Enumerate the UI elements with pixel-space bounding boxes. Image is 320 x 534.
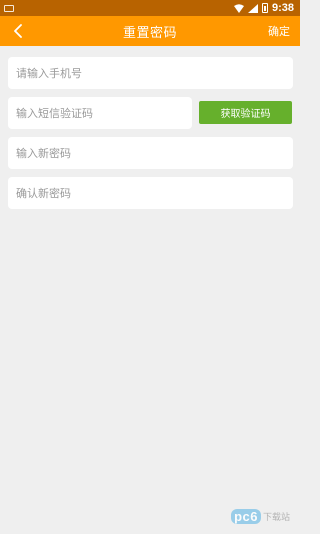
watermark-logo: pc6 bbox=[231, 509, 261, 524]
confirm-password-input[interactable] bbox=[8, 177, 293, 209]
page-title: 重置密码 bbox=[122, 25, 177, 41]
status-time: 9:38 bbox=[271, 2, 294, 14]
status-bar-left bbox=[4, 4, 14, 12]
confirm-button[interactable]: 确定 bbox=[268, 16, 290, 46]
wifi-icon bbox=[233, 3, 244, 13]
signal-icon bbox=[247, 3, 258, 13]
phone-input[interactable] bbox=[8, 57, 293, 89]
watermark-site-text: 下载站 bbox=[262, 513, 290, 523]
status-bar: 9:38 bbox=[0, 0, 300, 16]
new-password-input[interactable] bbox=[8, 137, 293, 169]
get-code-button[interactable]: 获取验证码 bbox=[199, 101, 292, 124]
back-button[interactable] bbox=[8, 21, 28, 41]
battery-icon bbox=[261, 3, 268, 13]
watermark: pc6 下载站 bbox=[231, 509, 290, 524]
title-bar: 重置密码 确定 bbox=[0, 16, 300, 46]
app-notification-icon bbox=[4, 4, 14, 12]
chevron-left-icon bbox=[14, 24, 22, 38]
status-bar-right: 9:38 bbox=[233, 2, 294, 14]
sms-code-input[interactable] bbox=[8, 97, 192, 129]
